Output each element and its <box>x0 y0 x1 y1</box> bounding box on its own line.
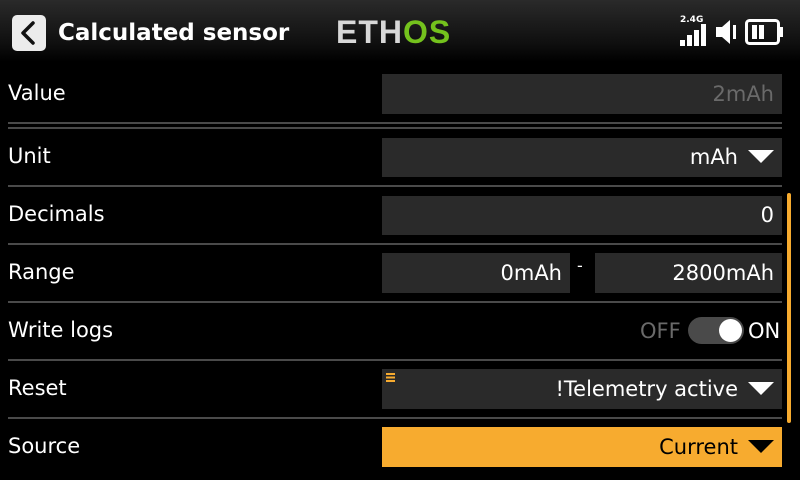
dropdown-arrow-icon <box>748 439 774 453</box>
dropdown-arrow-icon <box>748 149 774 163</box>
reset-dropdown[interactable]: !Telemetry active <box>382 369 782 409</box>
toggle-on-label: ON <box>748 319 781 343</box>
dropdown-arrow-icon <box>748 381 774 395</box>
unit-label: Unit <box>8 144 51 168</box>
header-bar: Calculated sensor ETHOS 2.4G <box>0 0 800 62</box>
speaker-icon <box>716 20 736 44</box>
divider <box>8 185 782 187</box>
source-value: Current <box>659 435 738 459</box>
decimals-field[interactable]: 0 <box>382 196 782 235</box>
write-logs-label: Write logs <box>8 318 114 342</box>
divider <box>8 301 782 303</box>
menu-icon <box>386 373 395 382</box>
rf-signal-icon <box>680 24 706 46</box>
value-label: Value <box>8 81 66 105</box>
range-separator: - <box>577 256 583 275</box>
battery-icon <box>745 19 783 45</box>
divider <box>8 359 782 361</box>
range-label: Range <box>8 260 75 284</box>
value-field: 2mAh <box>382 74 782 114</box>
back-icon <box>21 21 35 45</box>
divider <box>8 417 782 419</box>
divider <box>8 243 782 245</box>
toggle-knob <box>719 319 742 342</box>
ethos-logo: ETHOS <box>336 14 452 50</box>
write-logs-toggle[interactable] <box>688 317 744 344</box>
range-min-field[interactable]: 0mAh <box>382 253 570 293</box>
source-dropdown[interactable]: Current <box>382 427 782 467</box>
divider <box>8 127 782 129</box>
reset-value: !Telemetry active <box>555 377 738 401</box>
unit-value: mAh <box>689 145 738 169</box>
page-title: Calculated sensor <box>58 20 290 46</box>
source-label: Source <box>8 434 81 458</box>
scrollbar[interactable] <box>787 193 791 423</box>
divider <box>8 122 782 124</box>
toggle-off-label: OFF <box>640 319 681 343</box>
range-max-field[interactable]: 2800mAh <box>595 253 782 293</box>
decimals-label: Decimals <box>8 202 105 226</box>
back-button[interactable] <box>12 15 46 51</box>
unit-dropdown[interactable]: mAh <box>382 138 782 177</box>
reset-label: Reset <box>8 376 67 400</box>
